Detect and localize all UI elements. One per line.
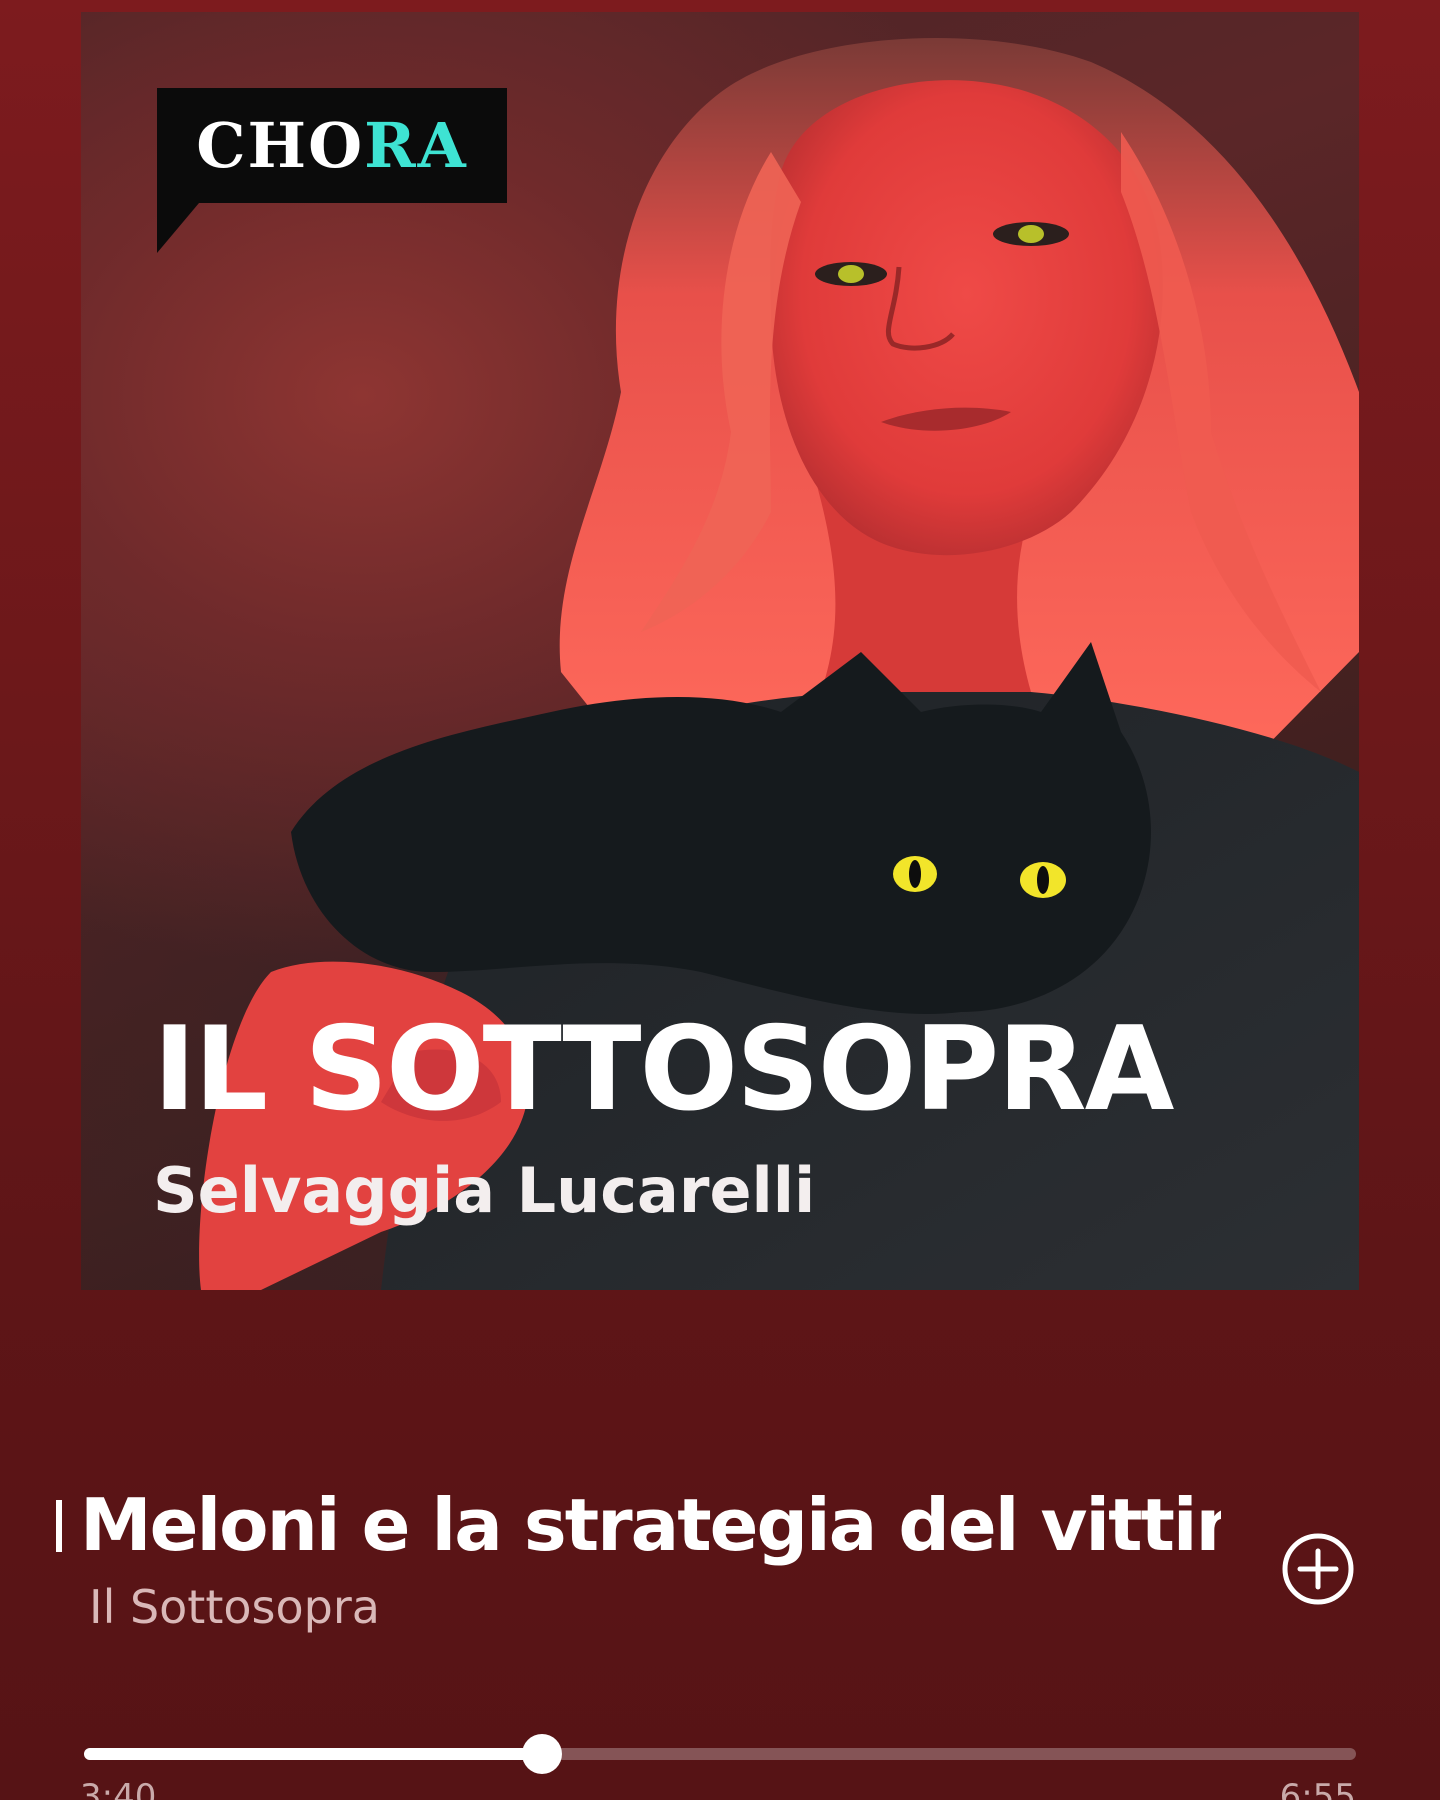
cover-author: Selvaggia Lucarelli: [153, 1154, 816, 1227]
progress-fill: [84, 1748, 542, 1760]
track-title-marquee: Meloni e la strategia del vittimism: [56, 1480, 1221, 1570]
track-title: Meloni e la strategia del vittimism: [80, 1483, 1221, 1567]
progress-scrubber-handle[interactable]: [521, 1734, 562, 1774]
playback-progress-bar[interactable]: [84, 1734, 1356, 1774]
brand-logo: CHORA: [157, 88, 507, 253]
cover-title: IL SOTTOSOPRA: [153, 1002, 1174, 1137]
elapsed-time: 3:40: [80, 1777, 157, 1800]
cover-art: CHORA IL SOTTOSOPRA Selvaggia Lucarelli: [81, 12, 1359, 1290]
now-playing-screen: CHORA IL SOTTOSOPRA Selvaggia Lucarelli …: [0, 0, 1440, 1800]
brand-text: CHORA: [196, 108, 468, 182]
marquee-fade-edge: [56, 1500, 62, 1552]
total-time: 6:55: [1279, 1777, 1356, 1800]
show-name[interactable]: Il Sottosopra: [89, 1584, 380, 1630]
add-to-library-button[interactable]: [1281, 1532, 1355, 1606]
plus-circle-icon: [1282, 1533, 1354, 1605]
